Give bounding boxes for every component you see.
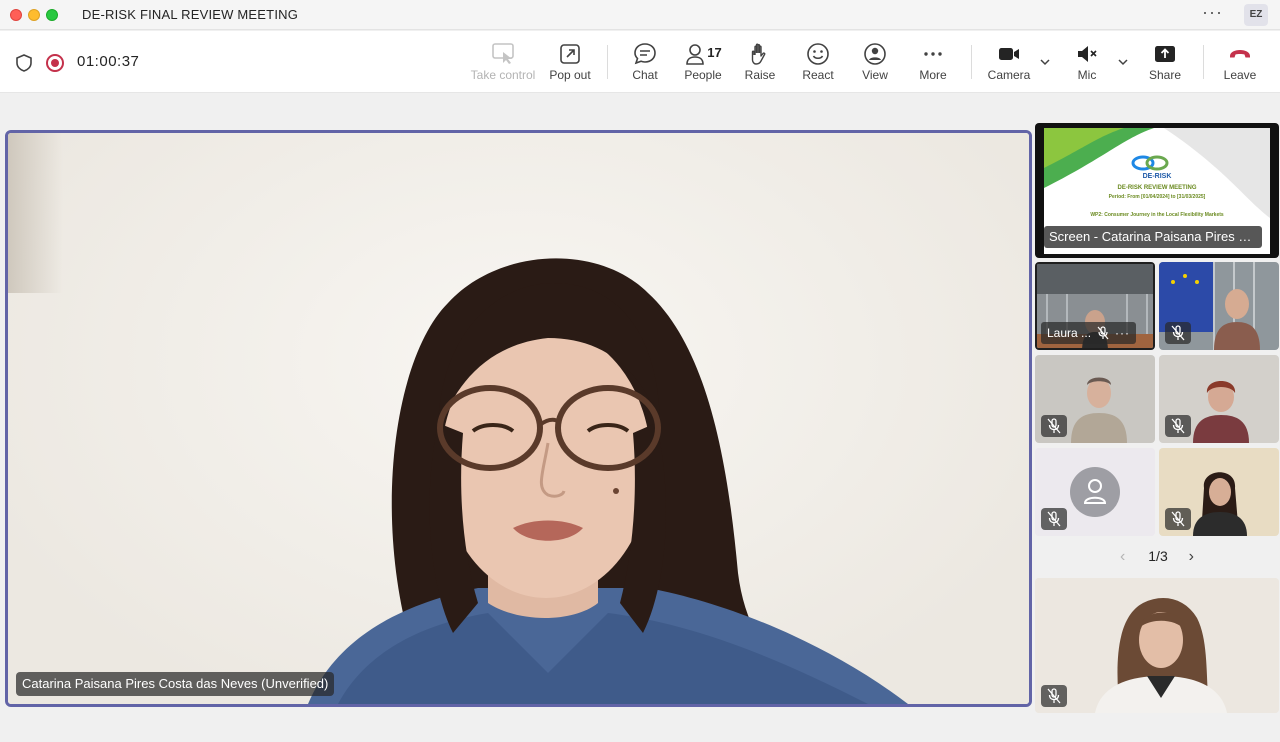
people-icon xyxy=(686,44,705,65)
take-control-icon xyxy=(492,43,514,64)
raise-label: Raise xyxy=(744,68,776,82)
toolbar-divider xyxy=(1203,45,1204,79)
view-icon xyxy=(864,43,886,65)
slide-title: DE-RISK REVIEW MEETING xyxy=(1117,185,1197,191)
mic-muted-icon xyxy=(1171,418,1185,434)
take-control-button[interactable]: Take control xyxy=(466,41,540,87)
smiley-icon xyxy=(807,43,829,65)
meeting-stage: Catarina Paisana Pires Costa das Neves (… xyxy=(0,94,1280,742)
mic-muted-icon xyxy=(1171,511,1185,527)
react-label: React xyxy=(802,68,834,82)
screen-share-tile[interactable]: DE-RISK DE-RISK REVIEW MEETING Period: F… xyxy=(1035,123,1279,258)
take-control-label: Take control xyxy=(470,68,536,82)
toolbar-divider xyxy=(607,45,608,79)
participant-name: Laura ... xyxy=(1047,326,1092,340)
meeting-toolbar: 01:00:37 Take control Pop out Chat 17 Pe… xyxy=(0,31,1280,93)
camera-icon xyxy=(999,48,1019,60)
slide-logo-text: DE-RISK xyxy=(1142,173,1172,180)
minimize-window-button[interactable] xyxy=(28,9,40,21)
camera-label: Camera xyxy=(987,68,1031,82)
mic-options-chevron-down-icon[interactable] xyxy=(1116,55,1130,69)
chat-label: Chat xyxy=(632,68,658,82)
main-speaker-video[interactable]: Catarina Paisana Pires Costa das Neves (… xyxy=(5,130,1032,707)
share-screen-icon xyxy=(1155,46,1175,62)
page-indicator: 1/3 xyxy=(1148,548,1168,564)
leave-label: Leave xyxy=(1223,68,1257,82)
speaker-name-tag: Catarina Paisana Pires Costa das Neves (… xyxy=(16,672,335,696)
slide-work-package: WP2: Consumer Journey in the Local Flexi… xyxy=(1090,212,1224,218)
participant-more-icon[interactable]: ··· xyxy=(1115,322,1130,344)
more-button[interactable]: More xyxy=(912,41,954,87)
view-label: View xyxy=(862,68,888,82)
leave-button[interactable]: Leave xyxy=(1220,41,1260,87)
pop-out-button[interactable]: Pop out xyxy=(544,41,596,87)
user-avatar[interactable]: EZ xyxy=(1244,4,1268,26)
chat-icon xyxy=(634,43,656,65)
raise-hand-button[interactable]: Raise xyxy=(740,41,780,87)
participant-tile[interactable] xyxy=(1159,262,1279,350)
shield-icon[interactable] xyxy=(14,53,34,73)
share-label: Share xyxy=(1148,68,1182,82)
mic-muted-badge xyxy=(1165,508,1191,530)
more-dots-icon xyxy=(924,52,942,56)
window-title: DE-RISK FINAL REVIEW MEETING xyxy=(82,7,299,22)
close-window-button[interactable] xyxy=(10,9,22,21)
camera-button[interactable]: Camera xyxy=(984,41,1034,87)
people-count: 17 xyxy=(707,45,722,60)
mic-muted-icon xyxy=(1097,326,1109,340)
pop-out-label: Pop out xyxy=(549,68,591,82)
mic-button[interactable]: Mic xyxy=(1068,41,1106,87)
hang-up-icon xyxy=(1230,50,1250,58)
people-label: People xyxy=(684,68,722,82)
previous-page-chevron-left-icon[interactable]: ‹ xyxy=(1120,548,1125,566)
share-button[interactable]: Share xyxy=(1145,41,1185,87)
participant-tile[interactable] xyxy=(1035,355,1155,443)
mic-muted-badge xyxy=(1041,415,1067,437)
gallery-pager: ‹ 1/3 › xyxy=(1120,546,1200,568)
mic-muted-badge xyxy=(1165,415,1191,437)
camera-options-chevron-down-icon[interactable] xyxy=(1038,55,1052,69)
chat-button[interactable]: Chat xyxy=(624,41,666,87)
more-label: More xyxy=(919,68,947,82)
mic-muted-icon xyxy=(1047,418,1061,434)
mic-muted-badge xyxy=(1165,322,1191,344)
participant-tile-laura[interactable]: Laura ... ··· xyxy=(1035,262,1155,350)
mic-muted-badge xyxy=(1041,508,1067,530)
participant-name-tag: Laura ... ··· xyxy=(1041,322,1137,344)
maximize-window-button[interactable] xyxy=(46,9,58,21)
mic-label: Mic xyxy=(1077,68,1097,82)
speaker-figure xyxy=(308,258,908,704)
title-bar: DE-RISK FINAL REVIEW MEETING ··· EZ xyxy=(0,0,1280,30)
slide-period: Period: From [01/04/2024] to [31/03/2025… xyxy=(1108,194,1206,200)
pop-out-icon xyxy=(560,44,580,64)
mic-muted-icon xyxy=(1047,511,1061,527)
react-button[interactable]: React xyxy=(797,41,839,87)
next-page-chevron-right-icon[interactable]: › xyxy=(1189,548,1194,566)
mic-muted-icon xyxy=(1078,46,1097,62)
participant-tile[interactable] xyxy=(1159,355,1279,443)
mic-muted-icon xyxy=(1047,688,1061,704)
meeting-timer: 01:00:37 xyxy=(77,53,140,70)
people-button[interactable]: 17 People xyxy=(680,41,726,87)
raise-hand-icon xyxy=(751,43,766,65)
toolbar-divider xyxy=(971,45,972,79)
mic-muted-icon xyxy=(1171,325,1185,341)
more-options-icon[interactable]: ··· xyxy=(1202,2,1223,23)
participant-tile[interactable] xyxy=(1035,448,1155,536)
self-view-tile[interactable] xyxy=(1035,578,1279,713)
participant-tile[interactable] xyxy=(1159,448,1279,536)
mic-muted-badge xyxy=(1041,685,1067,707)
recording-icon xyxy=(46,54,64,72)
view-button[interactable]: View xyxy=(855,41,895,87)
self-video xyxy=(1035,578,1279,713)
screen-share-label: Screen - Catarina Paisana Pires C... xyxy=(1044,226,1262,248)
